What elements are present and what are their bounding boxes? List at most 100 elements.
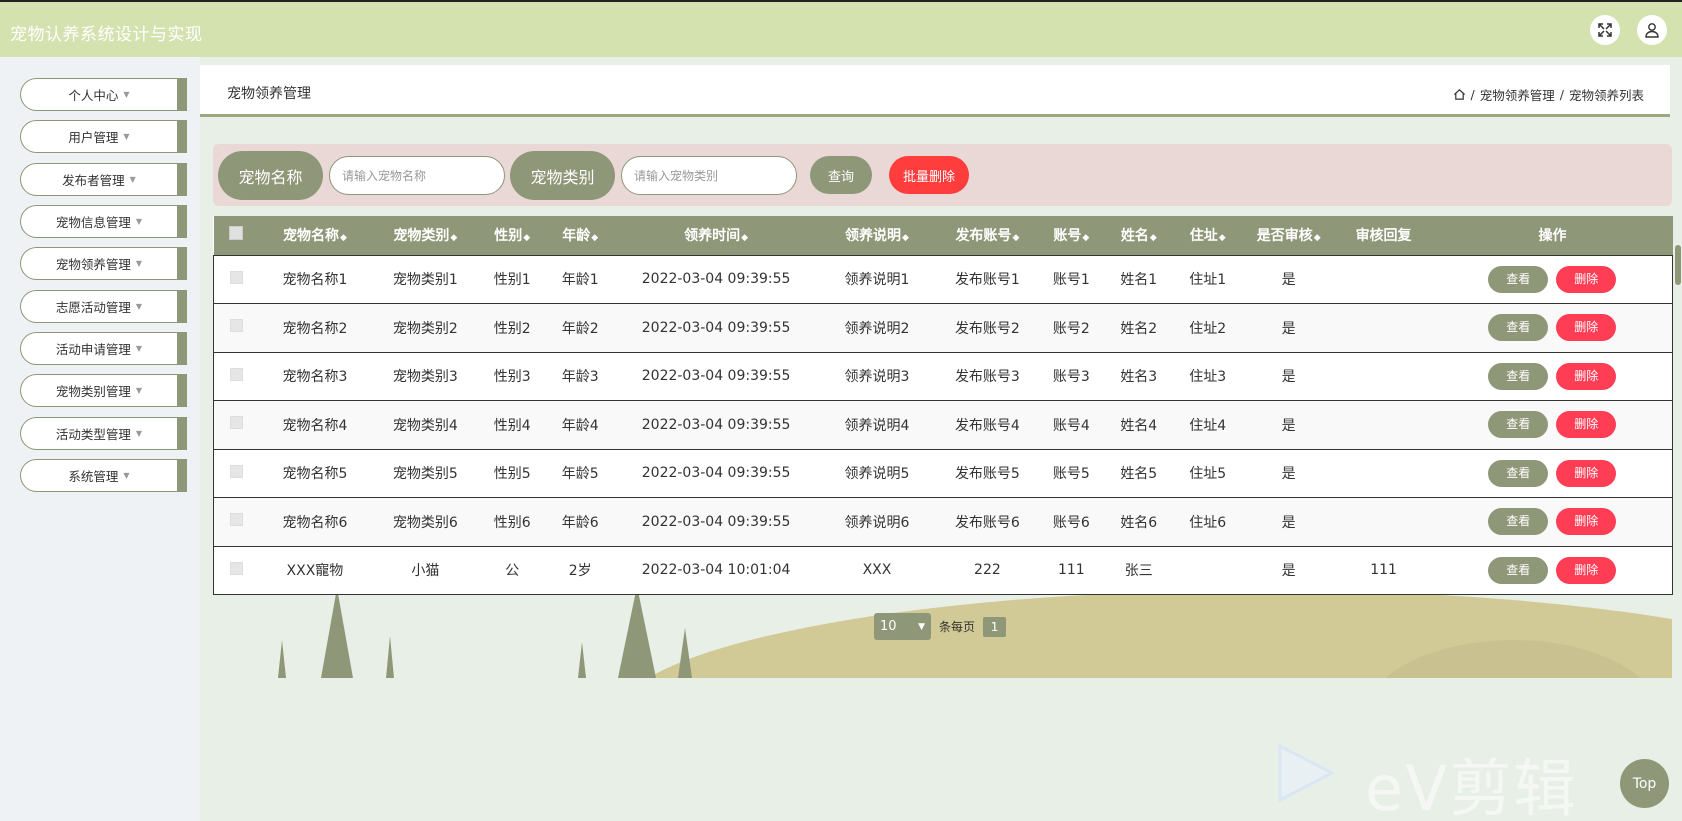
row-checkbox[interactable] xyxy=(229,464,243,478)
view-button[interactable]: 查看 xyxy=(1488,265,1549,293)
sidebar-item-volunteer-activity-management[interactable]: 志愿活动管理 ▼ xyxy=(20,290,187,323)
table-row: 宠物名称6 宠物类别6 性别6 年龄6 2022-03-04 09:39:55 领养说明6… xyxy=(213,497,1673,546)
actions-cell: 查看 删除 xyxy=(1432,303,1673,352)
pet-category-input[interactable]: 请输入宠物类别 xyxy=(621,156,797,195)
sidebar-item-pet-info-management[interactable]: 宠物信息管理 ▼ xyxy=(20,205,187,238)
sort-icon: ◆ xyxy=(1082,233,1090,244)
view-button[interactable]: 查看 xyxy=(1488,314,1549,342)
breadcrumb: / 宠物领养管理 / 宠物领养列表 xyxy=(1453,85,1644,104)
sidebar-item-activity-type-management[interactable]: 活动类型管理 ▼ xyxy=(20,417,187,450)
table-cell: 姓名1 xyxy=(1104,254,1173,304)
table-cell: 性别2 xyxy=(479,303,546,352)
view-button[interactable]: 查看 xyxy=(1488,459,1549,487)
delete-button[interactable]: 删除 xyxy=(1556,362,1617,390)
row-select-cell[interactable] xyxy=(213,303,259,352)
table-cell: 是 xyxy=(1242,497,1335,546)
scrollbar-thumb[interactable] xyxy=(1675,245,1681,285)
row-checkbox[interactable] xyxy=(229,367,243,381)
pet-name-input[interactable]: 请输入宠物名称 xyxy=(329,156,505,195)
table-cell: 2022-03-04 09:39:55 xyxy=(615,497,818,546)
sidebar-item-pet-adoption-management[interactable]: 宠物领养管理 ▼ xyxy=(20,247,187,280)
delete-button[interactable]: 删除 xyxy=(1556,265,1617,293)
table-cell: 姓名3 xyxy=(1104,351,1173,401)
delete-button[interactable]: 删除 xyxy=(1556,508,1617,536)
column-header[interactable]: 账号◆ xyxy=(1037,216,1105,255)
view-button[interactable]: 查看 xyxy=(1488,362,1549,390)
table-cell: 年龄6 xyxy=(545,497,616,546)
view-button[interactable]: 查看 xyxy=(1488,411,1549,439)
table-cell: 小猫 xyxy=(371,545,480,595)
page-number[interactable]: 1 xyxy=(983,616,1007,637)
table-cell: 222 xyxy=(936,545,1038,595)
table-cell: 111 xyxy=(1334,545,1433,595)
sidebar-item-personal-center[interactable]: 个人中心 ▼ xyxy=(20,78,187,111)
user-button[interactable] xyxy=(1637,15,1667,45)
query-button[interactable]: 查询 xyxy=(810,156,872,194)
column-header[interactable]: 姓名◆ xyxy=(1104,216,1173,255)
column-header[interactable]: 发布账号◆ xyxy=(936,216,1038,255)
delete-button[interactable]: 删除 xyxy=(1556,459,1617,487)
page-size-select[interactable]: 10 ▼ xyxy=(874,613,931,640)
row-select-cell[interactable] xyxy=(213,448,259,498)
sidebar-item-user-management[interactable]: 用户管理 ▼ xyxy=(20,120,187,153)
fullscreen-button[interactable] xyxy=(1590,15,1620,45)
table-cell: 宠物类别1 xyxy=(371,254,480,304)
column-header[interactable]: 住址◆ xyxy=(1172,216,1243,255)
table-row: 宠物名称5 宠物类别5 性别5 年龄5 2022-03-04 09:39:55 领养说明5… xyxy=(213,448,1673,498)
table-cell: 账号3 xyxy=(1037,351,1105,401)
app-title: 宠物认养系统设计与实现 xyxy=(10,25,203,45)
table-row: 宠物名称1 宠物类别1 性别1 年龄1 2022-03-04 09:39:55 领养说明1… xyxy=(213,254,1673,304)
actions-cell: 查看 删除 xyxy=(1432,545,1673,595)
row-checkbox[interactable] xyxy=(229,416,243,430)
view-button[interactable]: 查看 xyxy=(1488,556,1549,584)
caret-down-icon: ▼ xyxy=(123,90,130,99)
table-cell: 住址1 xyxy=(1172,254,1243,304)
row-select-cell[interactable] xyxy=(213,545,259,595)
row-select-cell[interactable] xyxy=(213,254,259,304)
caret-down-icon: ▼ xyxy=(135,217,143,226)
column-header[interactable]: 年龄◆ xyxy=(545,216,616,255)
table-cell: 领养说明2 xyxy=(817,303,937,352)
table-cell: 领养说明1 xyxy=(817,254,937,304)
sidebar-item-publisher-management[interactable]: 发布者管理 ▼ xyxy=(20,163,187,196)
table-cell: 发布账号3 xyxy=(936,351,1038,401)
sidebar-item-pet-category-management[interactable]: 宠物类别管理 ▼ xyxy=(20,374,187,407)
table-cell: 宠物类别4 xyxy=(371,400,480,449)
row-checkbox[interactable] xyxy=(229,270,243,284)
breadcrumb-item[interactable]: 宠物领养管理 xyxy=(1480,85,1555,104)
table-cell: 是 xyxy=(1242,254,1335,304)
table-cell: 性别6 xyxy=(479,497,546,546)
sort-icon: ◆ xyxy=(450,233,458,244)
column-header[interactable]: 是否审核◆ xyxy=(1242,216,1335,255)
delete-button[interactable]: 删除 xyxy=(1556,411,1617,439)
column-header[interactable]: 宠物名称◆ xyxy=(258,216,372,255)
column-header[interactable]: 领养时间◆ xyxy=(615,216,818,255)
row-select-cell[interactable] xyxy=(213,351,259,401)
column-header[interactable]: 领养说明◆ xyxy=(817,216,937,255)
tree-decoration xyxy=(578,642,586,678)
table-cell xyxy=(1334,351,1433,401)
delete-button[interactable]: 删除 xyxy=(1556,314,1617,342)
back-to-top-button[interactable]: Top xyxy=(1620,759,1669,808)
batch-delete-button[interactable]: 批量删除 xyxy=(889,156,969,194)
table-cell: XXX xyxy=(817,545,937,595)
table-cell: 发布账号4 xyxy=(936,400,1038,449)
select-all-cell[interactable] xyxy=(213,216,259,255)
column-header[interactable]: 性别◆ xyxy=(479,216,546,255)
home-icon[interactable] xyxy=(1453,88,1466,101)
row-checkbox[interactable] xyxy=(229,561,243,575)
table-row: 宠物名称3 宠物类别3 性别3 年龄3 2022-03-04 09:39:55 领养说明3… xyxy=(213,351,1673,401)
sidebar-item-system-management[interactable]: 系统管理 ▼ xyxy=(20,459,187,492)
row-select-cell[interactable] xyxy=(213,497,259,546)
row-checkbox[interactable] xyxy=(229,319,243,333)
select-all-checkbox[interactable] xyxy=(228,226,243,241)
sidebar-item-activity-application-management[interactable]: 活动申请管理 ▼ xyxy=(20,332,187,365)
row-checkbox[interactable] xyxy=(229,513,243,527)
page-title: 宠物领养管理 xyxy=(227,86,311,102)
column-header[interactable]: 宠物类别◆ xyxy=(371,216,480,255)
delete-button[interactable]: 删除 xyxy=(1556,556,1617,584)
table-cell: 账号2 xyxy=(1037,303,1105,352)
view-button[interactable]: 查看 xyxy=(1488,508,1549,536)
row-select-cell[interactable] xyxy=(213,400,259,449)
table-cell: 性别5 xyxy=(479,448,546,498)
